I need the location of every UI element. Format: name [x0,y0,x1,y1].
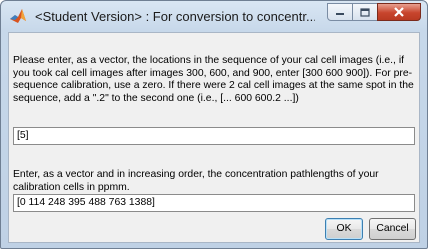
matlab-icon [10,9,26,23]
pathlengths-prompt: Enter, as a vector and in increasing ord… [13,169,379,193]
window-controls [327,3,421,23]
title-bar[interactable]: <Student Version> : For conversion to co… [1,1,427,31]
minimize-button[interactable] [327,3,353,21]
close-button[interactable] [377,3,421,21]
window-title: <Student Version> : For conversion to co… [35,9,315,24]
cal-cell-locations-input[interactable]: [5] [13,127,415,145]
cancel-button[interactable]: Cancel [369,218,416,240]
cal-cell-locations-prompt: Please enter, as a vector, the locations… [13,55,414,104]
minimize-icon [336,13,344,15]
maximize-button[interactable] [352,3,378,21]
close-icon [394,7,404,17]
maximize-icon [360,7,370,17]
pathlengths-input[interactable]: [0 114 248 395 488 763 1388] [13,194,415,212]
dialog-client-area: Please enter, as a vector, the locations… [8,32,420,243]
ok-button[interactable]: OK [325,218,363,240]
dialog-window: <Student Version> : For conversion to co… [0,0,428,249]
